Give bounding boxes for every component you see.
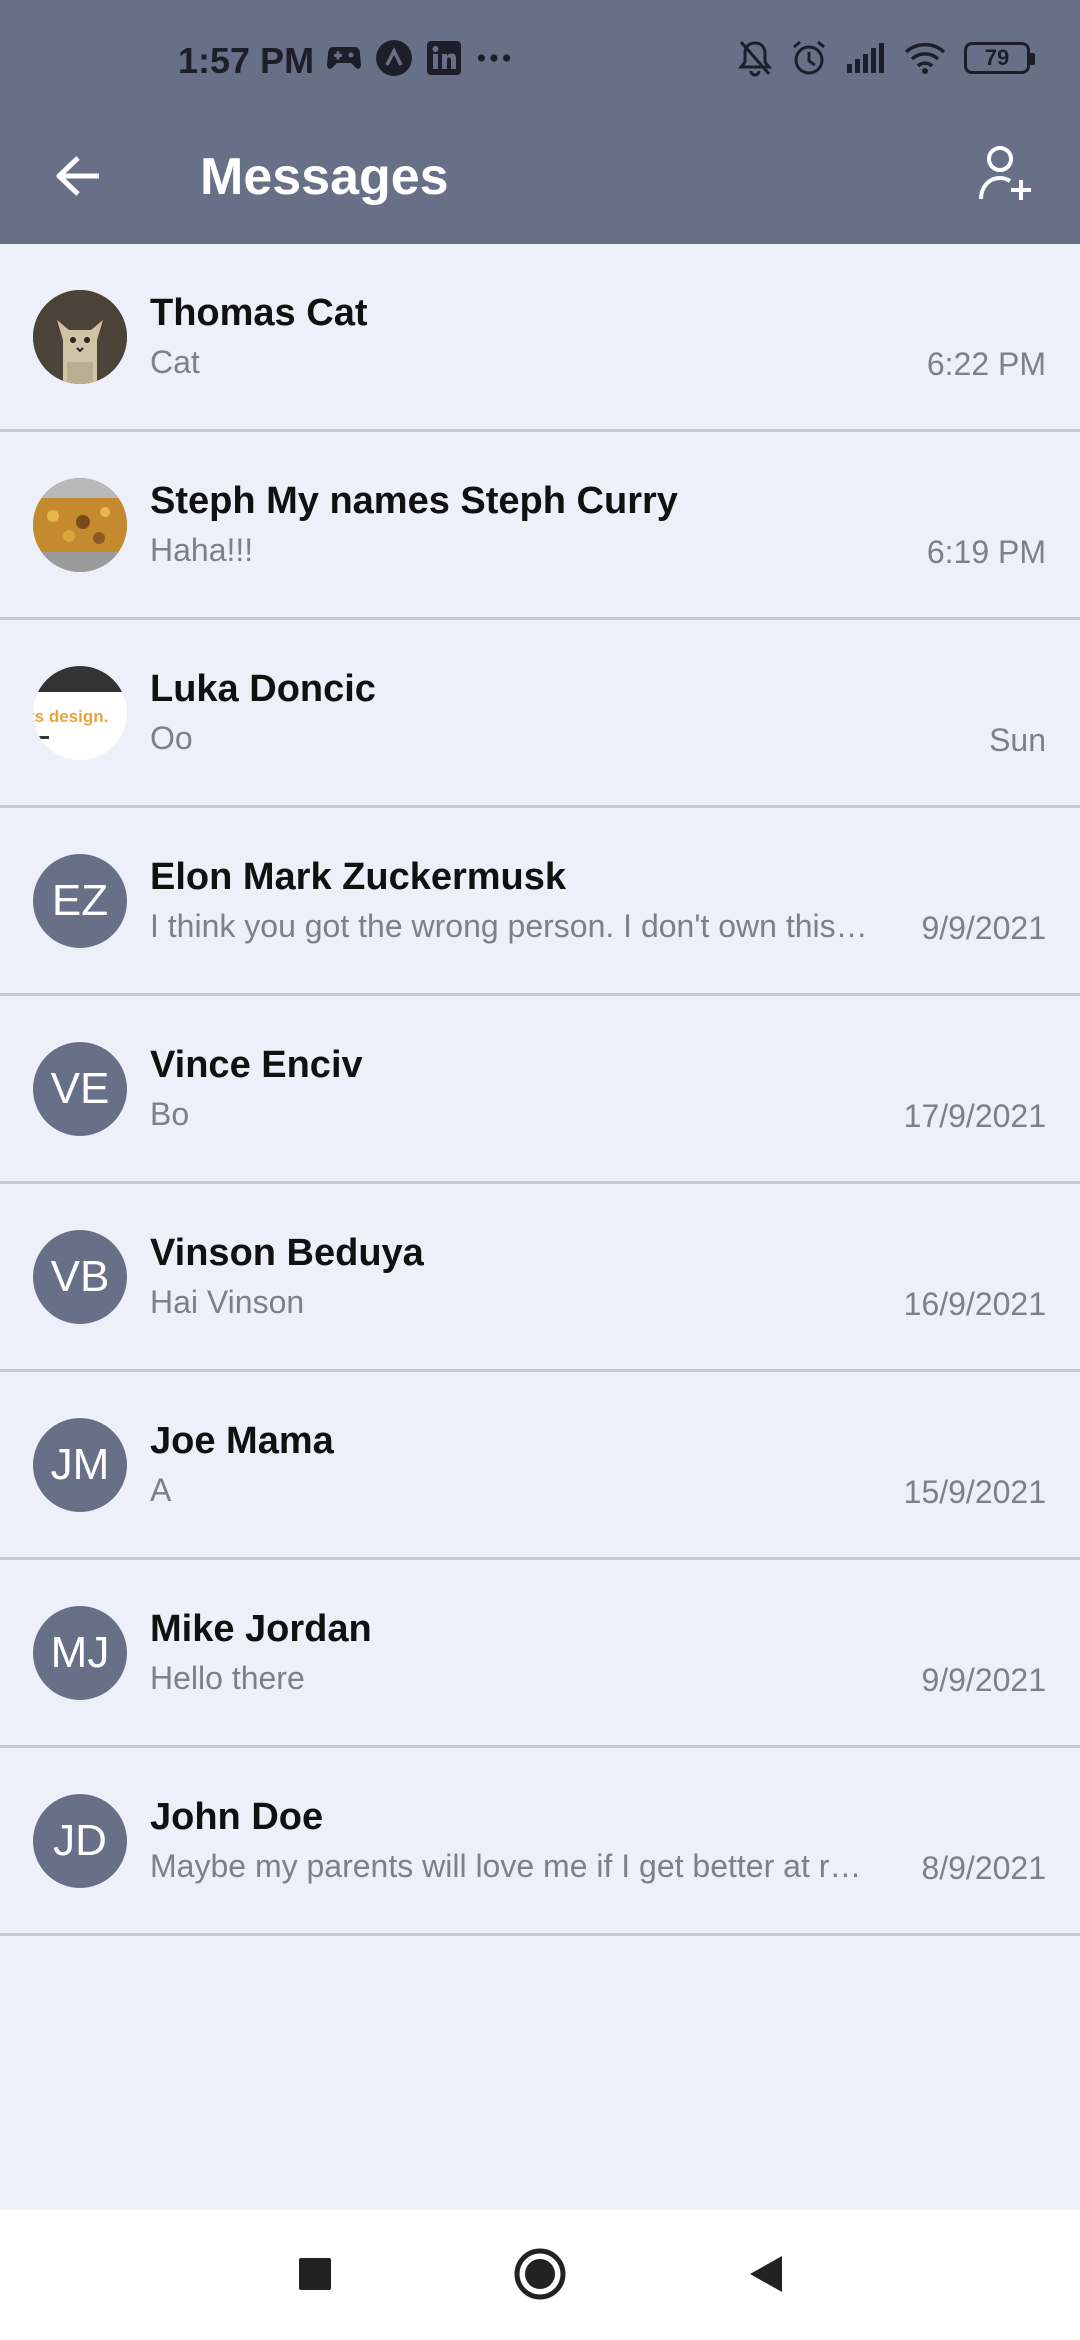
conversation-row[interactable]: JD John Doe Maybe my parents will love m…: [0, 1748, 1080, 1936]
message-time: 6:22 PM: [926, 346, 1046, 382]
gamepad-icon: [326, 40, 362, 76]
home-button[interactable]: [510, 2246, 570, 2306]
recents-button[interactable]: [285, 2246, 345, 2306]
linkedin-icon: [426, 40, 462, 76]
toolbar: Messages: [0, 120, 1080, 244]
conversation-row[interactable]: Thomas Cat Cat 6:22 PM: [0, 244, 1080, 432]
triangle-back-icon: [746, 2254, 784, 2299]
message-preview: Hai Vinson: [150, 1284, 305, 1320]
alarm-icon: [790, 38, 828, 78]
avatar: JM: [33, 1418, 127, 1512]
avatar: EZ: [33, 854, 127, 948]
signal-icon: [846, 38, 886, 78]
bell-off-icon: [738, 38, 772, 78]
message-preview: Hello there: [150, 1660, 305, 1696]
message-time: 9/9/2021: [921, 1662, 1046, 1698]
page-title: Messages: [200, 148, 449, 206]
contact-name: Vinson Beduya: [150, 1232, 424, 1274]
message-preview: Oo: [150, 720, 193, 756]
avatar: [33, 478, 127, 572]
back-button[interactable]: [40, 140, 116, 216]
system-nav-bar: [0, 2210, 1080, 2340]
message-time: Sun: [989, 722, 1046, 758]
avatar: [33, 290, 127, 384]
contact-name: Thomas Cat: [150, 292, 368, 334]
contact-name: Elon Mark Zuckermusk: [150, 856, 567, 898]
wifi-icon: [904, 38, 946, 78]
add-person-icon: [978, 144, 1034, 209]
message-time: 6:19 PM: [926, 534, 1046, 570]
conversation-row[interactable]: MJ Mike Jordan Hello there 9/9/2021: [0, 1560, 1080, 1748]
conversation-list: Thomas Cat Cat 6:22 PM Steph My names St…: [0, 244, 1080, 1936]
conversation-row[interactable]: JM Joe Mama A 15/9/2021: [0, 1372, 1080, 1560]
message-time: 9/9/2021: [921, 910, 1046, 946]
message-time: 17/9/2021: [903, 1098, 1046, 1134]
avatar: VE: [33, 1042, 127, 1136]
conversation-row[interactable]: ts design. Luka Doncic Oo Sun: [0, 620, 1080, 808]
more-dots-icon: [476, 40, 512, 76]
app-header: 1:57 PM 79 Messages: [0, 0, 1080, 244]
notification-icons: [326, 40, 512, 76]
conversation-row[interactable]: VB Vinson Beduya Hai Vinson 16/9/2021: [0, 1184, 1080, 1372]
message-time: 16/9/2021: [903, 1286, 1046, 1322]
contact-name: Mike Jordan: [150, 1608, 372, 1650]
message-time: 15/9/2021: [903, 1474, 1046, 1510]
avatar-logo-text: ts design.: [33, 707, 108, 726]
message-preview: Bo: [150, 1096, 190, 1132]
message-preview: A: [150, 1472, 172, 1508]
conversation-row[interactable]: VE Vince Enciv Bo 17/9/2021: [0, 996, 1080, 1184]
message-preview: Cat: [150, 344, 200, 380]
contact-name: Luka Doncic: [150, 668, 376, 710]
app-a-icon: [376, 40, 412, 76]
status-time: 1:57 PM: [178, 40, 315, 81]
status-bar: 1:57 PM 79: [0, 0, 1080, 120]
avatar: ts design.: [33, 666, 127, 760]
avatar: JD: [33, 1794, 127, 1888]
system-icons: 79: [738, 38, 1035, 78]
message-preview: I think you got the wrong person. I don'…: [150, 908, 870, 944]
contact-name: Joe Mama: [150, 1420, 334, 1462]
contact-name: Steph My names Steph Curry: [150, 480, 678, 522]
square-icon: [298, 2257, 332, 2296]
avatar: MJ: [33, 1606, 127, 1700]
contact-name: Vince Enciv: [150, 1044, 363, 1086]
conversation-row[interactable]: Steph My names Steph Curry Haha!!! 6:19 …: [0, 432, 1080, 620]
message-time: 8/9/2021: [921, 1850, 1046, 1886]
circle-icon: [513, 2247, 567, 2306]
contact-name: John Doe: [150, 1796, 324, 1838]
avatar: VB: [33, 1230, 127, 1324]
conversation-row[interactable]: EZ Elon Mark Zuckermusk I think you got …: [0, 808, 1080, 996]
add-contact-button[interactable]: [966, 136, 1046, 216]
message-preview: Haha!!!: [150, 532, 254, 568]
nav-back-button[interactable]: [735, 2246, 795, 2306]
battery-indicator: 79: [964, 42, 1035, 74]
message-preview: Maybe my parents will love me if I get b…: [150, 1848, 870, 1884]
arrow-left-icon: [54, 155, 102, 202]
